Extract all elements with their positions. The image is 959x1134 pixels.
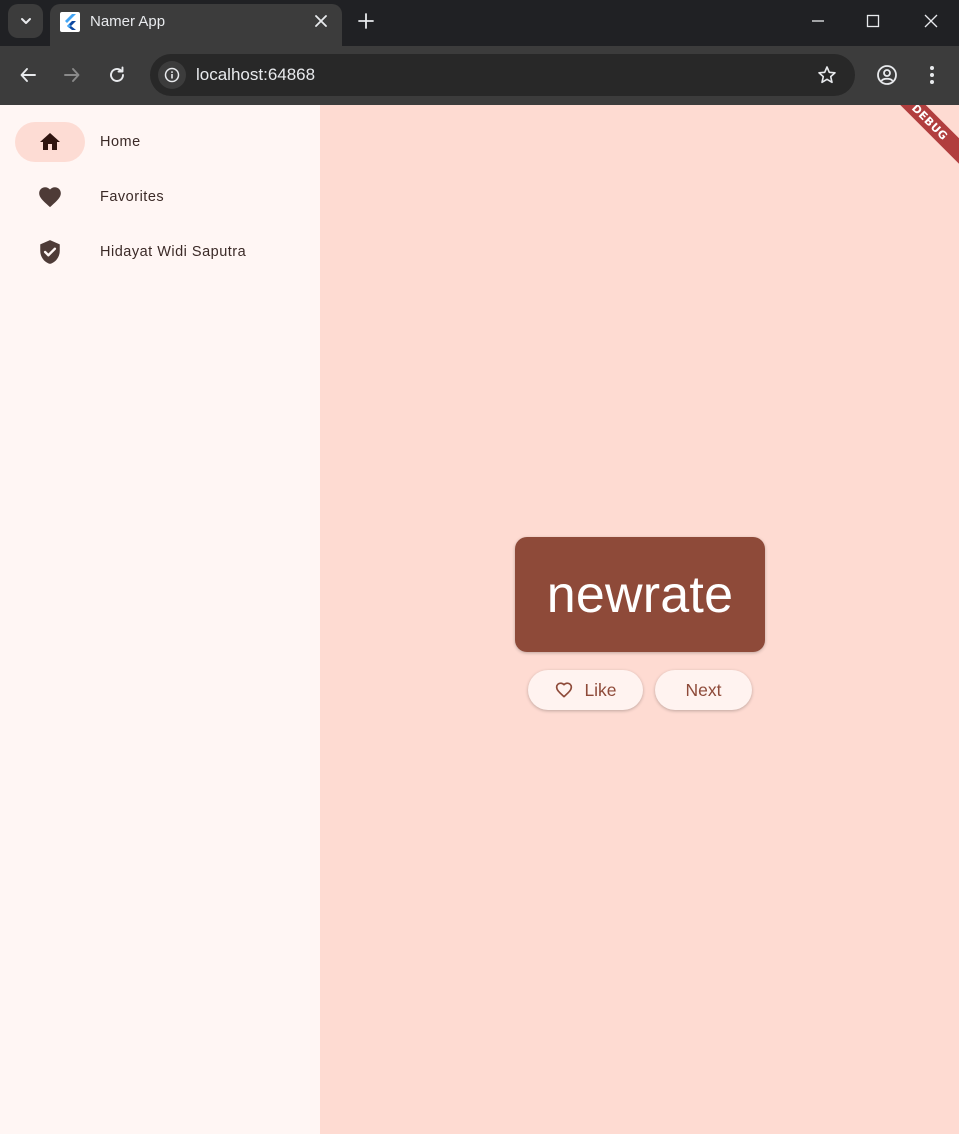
menu-button[interactable]: [916, 59, 948, 91]
word-pair-text: newrate: [546, 565, 734, 624]
star-icon: [818, 66, 836, 84]
account-circle-icon: [877, 65, 897, 85]
plus-icon: [358, 13, 374, 29]
home-icon: [40, 133, 60, 150]
next-label: Next: [685, 679, 722, 700]
profile-button[interactable]: [871, 59, 903, 91]
flutter-favicon-icon: [60, 12, 80, 32]
arrow-left-icon: [20, 68, 36, 82]
verified-shield-icon: [40, 240, 60, 264]
like-button[interactable]: Like: [528, 670, 643, 710]
navigation-rail: Home Favorites Hidayat Widi Saputra: [0, 105, 320, 1134]
maximize-icon: [866, 14, 880, 28]
tab-close-button[interactable]: [310, 10, 332, 32]
heart-icon: [39, 187, 61, 208]
like-label: Like: [584, 679, 617, 700]
new-tab-button[interactable]: [352, 7, 380, 35]
close-icon: [924, 14, 938, 28]
url-text[interactable]: localhost:64868: [196, 65, 315, 85]
nav-indicator: [15, 232, 85, 272]
nav-item-profile[interactable]: Hidayat Widi Saputra: [15, 232, 305, 272]
reload-button[interactable]: [101, 59, 133, 91]
more-vert-icon: [930, 66, 934, 84]
address-bar[interactable]: localhost:64868: [150, 54, 855, 96]
debug-banner: DEBUG: [884, 105, 959, 168]
forward-button[interactable]: [56, 59, 88, 91]
nav-indicator: [15, 122, 85, 162]
bookmark-button[interactable]: [815, 63, 839, 87]
back-button[interactable]: [12, 59, 44, 91]
minimize-button[interactable]: [803, 6, 833, 36]
generator-page: newrate Like Next DEBUG: [320, 105, 959, 1134]
browser-tab[interactable]: Namer App: [50, 4, 342, 46]
nav-item-favorites[interactable]: Favorites: [15, 177, 305, 217]
chevron-down-icon: [20, 18, 31, 24]
nav-label: Home: [100, 134, 141, 150]
tab-title: Namer App: [90, 13, 166, 30]
reload-icon: [110, 66, 124, 82]
arrow-right-icon: [64, 68, 80, 82]
site-info-button[interactable]: [158, 61, 186, 89]
heart-outline-icon: [554, 680, 574, 700]
nav-indicator: [15, 177, 85, 217]
nav-label: Hidayat Widi Saputra: [100, 244, 247, 260]
nav-item-home[interactable]: Home: [15, 122, 305, 162]
app-viewport: Home Favorites Hidayat Widi Saputra newr…: [0, 105, 959, 1134]
nav-label: Favorites: [100, 189, 165, 205]
browser-toolbar: localhost:64868: [0, 46, 959, 105]
close-icon: [315, 15, 327, 27]
next-button[interactable]: Next: [655, 670, 752, 710]
maximize-button[interactable]: [858, 6, 888, 36]
word-pair-card: newrate: [515, 537, 765, 652]
info-icon: [164, 67, 180, 83]
minimize-icon: [812, 20, 824, 22]
tab-search-button[interactable]: [8, 4, 43, 38]
window-close-button[interactable]: [916, 6, 946, 36]
browser-tab-strip: Namer App: [0, 0, 959, 46]
